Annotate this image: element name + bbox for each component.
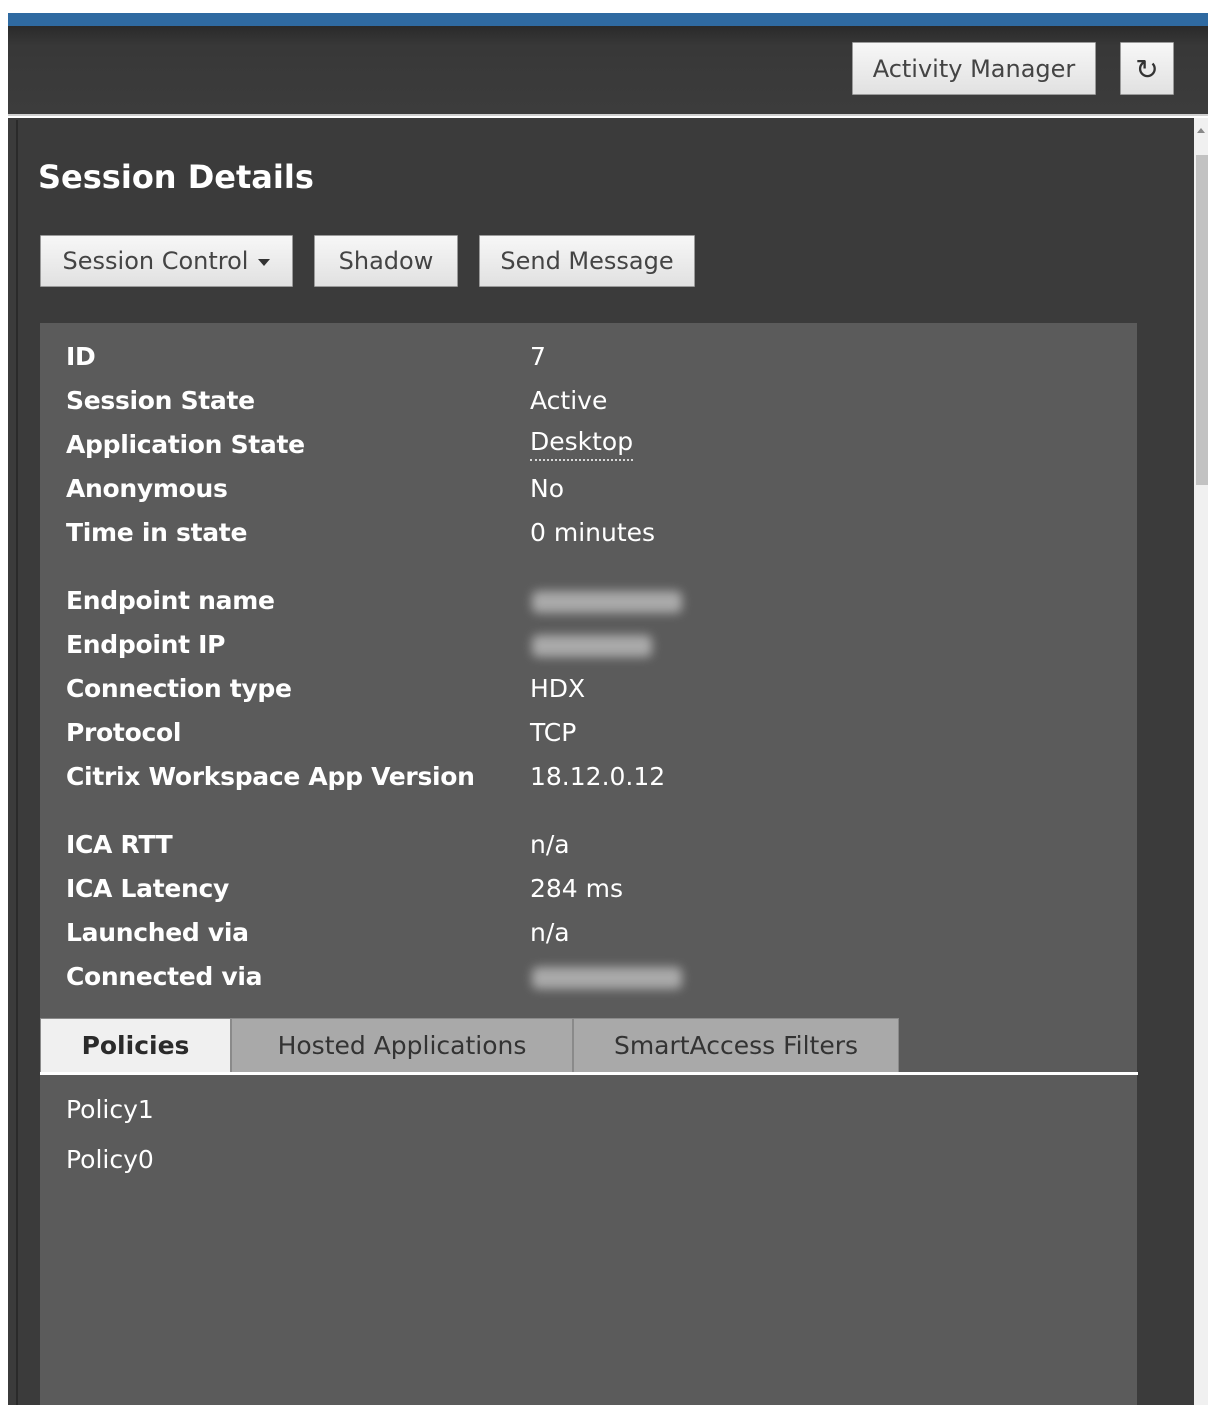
tab-smartaccess-filters[interactable]: SmartAccess Filters: [573, 1018, 899, 1072]
detail-row-connected-via: Connected via: [66, 957, 1126, 997]
detail-label: Application State: [66, 430, 305, 459]
detail-label: Session State: [66, 386, 255, 415]
detail-value: n/a: [530, 830, 570, 859]
activity-manager-button[interactable]: Activity Manager: [852, 42, 1096, 95]
toolbar-divider: [8, 114, 1208, 116]
send-message-button[interactable]: Send Message: [479, 235, 695, 287]
detail-row-id: ID 7: [66, 337, 1126, 377]
redacted-value: [532, 591, 682, 613]
detail-label: ICA Latency: [66, 874, 230, 903]
detail-value: 284 ms: [530, 874, 624, 903]
redacted-value: [532, 967, 682, 989]
detail-value: TCP: [530, 718, 577, 747]
detail-row-workspace-version: Citrix Workspace App Version 18.12.0.12: [66, 757, 1126, 797]
detail-value: No: [530, 474, 564, 503]
top-accent-bar: [8, 13, 1208, 26]
detail-row-anonymous: Anonymous No: [66, 469, 1126, 509]
detail-label: ID: [66, 342, 96, 371]
detail-label: Anonymous: [66, 474, 228, 503]
detail-label: Time in state: [66, 518, 248, 547]
list-item: Policy0: [66, 1145, 154, 1174]
detail-value: 7: [530, 342, 546, 371]
detail-row-connection-type: Connection type HDX: [66, 669, 1126, 709]
refresh-icon: ↻: [1135, 53, 1159, 86]
detail-row-launched-via: Launched via n/a: [66, 913, 1126, 953]
detail-value: n/a: [530, 918, 570, 947]
panel-border: [16, 120, 18, 1405]
scrollbar-thumb[interactable]: [1196, 155, 1208, 485]
detail-label: ICA RTT: [66, 830, 173, 859]
detail-label: Connected via: [66, 962, 263, 991]
application-state-link[interactable]: Desktop: [530, 425, 634, 461]
session-control-button[interactable]: Session Control: [40, 235, 293, 287]
detail-label: Endpoint IP: [66, 630, 226, 659]
tab-policies[interactable]: Policies: [40, 1018, 231, 1072]
detail-value: 0 minutes: [530, 518, 656, 547]
detail-row-ica-rtt: ICA RTT n/a: [66, 825, 1126, 865]
detail-row-time-in-state: Time in state 0 minutes: [66, 513, 1126, 553]
detail-row-protocol: Protocol TCP: [66, 713, 1126, 753]
tab-hosted-applications[interactable]: Hosted Applications: [231, 1018, 573, 1072]
scroll-up-arrow-icon[interactable]: [1197, 128, 1205, 133]
session-control-label: Session Control: [62, 247, 249, 275]
page-title: Session Details: [38, 158, 314, 196]
detail-label: Launched via: [66, 918, 249, 947]
caret-down-icon: [258, 258, 271, 266]
detail-row-application-state: Application State Desktop: [66, 425, 1126, 465]
refresh-button[interactable]: ↻: [1120, 42, 1174, 95]
detail-row-ica-latency: ICA Latency 284 ms: [66, 869, 1126, 909]
shadow-button[interactable]: Shadow: [314, 235, 458, 287]
detail-value: HDX: [530, 674, 586, 703]
detail-label: Citrix Workspace App Version: [66, 762, 475, 791]
tab-underline: [40, 1072, 1138, 1075]
detail-label: Endpoint name: [66, 586, 275, 615]
detail-tabs: Policies Hosted Applications SmartAccess…: [40, 1018, 1138, 1076]
detail-row-endpoint-ip: Endpoint IP: [66, 625, 1126, 665]
detail-row-session-state: Session State Active: [66, 381, 1126, 421]
detail-value: Active: [530, 386, 608, 415]
detail-label: Connection type: [66, 674, 292, 703]
detail-value: 18.12.0.12: [530, 762, 666, 791]
list-item: Policy1: [66, 1095, 154, 1124]
redacted-value: [532, 635, 652, 657]
detail-label: Protocol: [66, 718, 182, 747]
detail-row-endpoint-name: Endpoint name: [66, 581, 1126, 621]
